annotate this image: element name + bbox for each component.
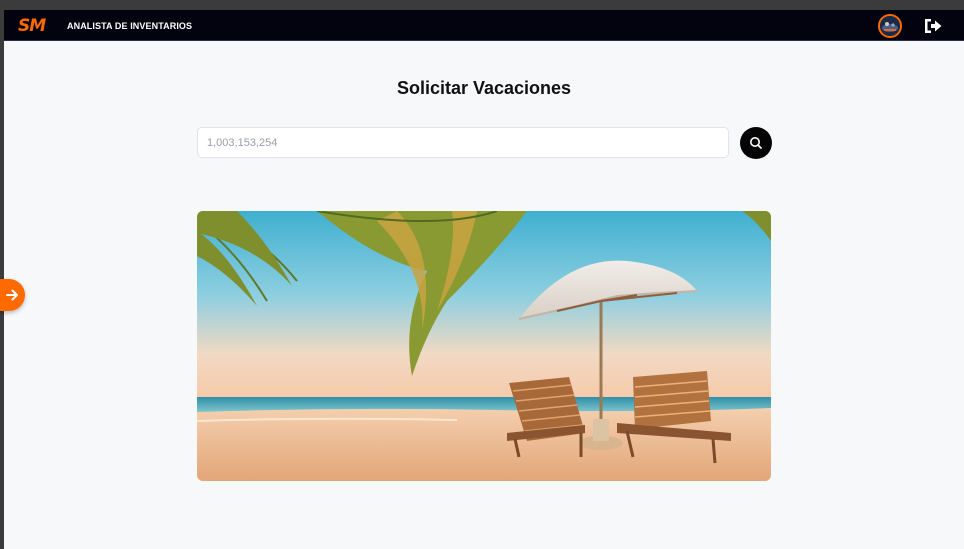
vacation-hero-image: [197, 211, 771, 481]
arrow-right-icon: [6, 289, 18, 301]
search-input[interactable]: [197, 127, 729, 158]
browser-frame-top: [0, 0, 964, 10]
sidebar-toggle-button[interactable]: [0, 279, 25, 311]
avatar-image: [880, 16, 900, 36]
app-logo[interactable]: SM: [18, 16, 46, 36]
user-role-label: ANALISTA DE INVENTARIOS: [67, 21, 193, 31]
page: SM ANALISTA DE INVENTARIOS Solicitar Vac…: [0, 10, 964, 549]
search-button[interactable]: [740, 127, 772, 159]
logout-icon[interactable]: [922, 17, 944, 35]
search-icon: [750, 137, 762, 149]
user-avatar[interactable]: [878, 14, 902, 38]
top-navbar: SM ANALISTA DE INVENTARIOS: [4, 10, 964, 41]
page-title: Solicitar Vacaciones: [396, 78, 572, 98]
